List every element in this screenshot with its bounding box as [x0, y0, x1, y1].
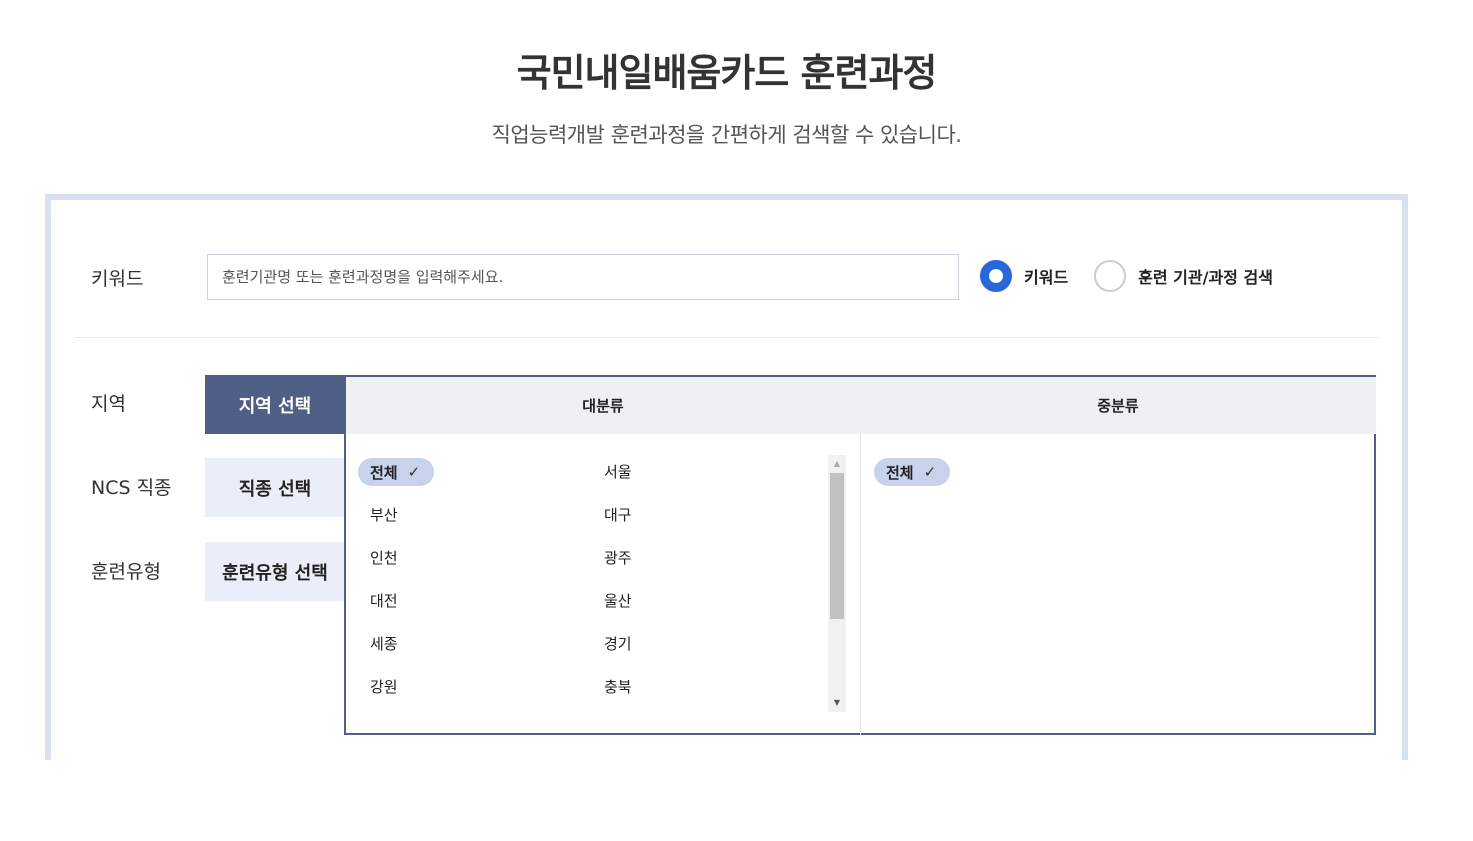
keyword-input[interactable] — [207, 254, 959, 300]
scroll-up-icon[interactable]: ▲ — [828, 457, 846, 471]
major-category-header: 대분류 — [346, 377, 860, 434]
column-divider — [860, 434, 861, 735]
training-type-label: 훈련유형 — [91, 561, 161, 583]
major-item-ulsan[interactable]: 울산 — [604, 590, 632, 611]
radio-unselected-icon — [1094, 260, 1127, 292]
page: 국민내일배움카드 훈련과정 직업능력개발 훈련과정을 간편하게 검색할 수 있습… — [0, 0, 1473, 841]
radio-selected-icon — [980, 260, 1012, 292]
tab-ncs[interactable]: 직종 선택 — [205, 458, 345, 517]
major-item-gyeonggi[interactable]: 경기 — [604, 633, 632, 654]
scrollbar-thumb[interactable] — [830, 473, 844, 619]
radio-keyword-label: 키워드 — [1024, 268, 1069, 287]
major-item-gangwon[interactable]: 강원 — [370, 676, 398, 697]
search-mode-radio-group: 키워드 훈련 기관/과정 검색 — [980, 260, 1273, 292]
major-item-all-selected[interactable]: 전체 ✓ — [358, 458, 435, 486]
minor-category-header: 중분류 — [860, 377, 1376, 434]
row-divider — [75, 337, 1379, 338]
major-item-chungbuk[interactable]: 충북 — [604, 676, 632, 697]
major-item-busan[interactable]: 부산 — [370, 504, 398, 525]
ncs-label: NCS 직종 — [91, 477, 172, 499]
scroll-down-icon[interactable]: ▼ — [828, 696, 846, 710]
major-item-incheon[interactable]: 인천 — [370, 547, 398, 568]
major-item-all-label: 전체 — [370, 463, 398, 482]
major-list-scrollbar[interactable]: ▲ ▼ — [828, 455, 846, 712]
major-item-gwangju[interactable]: 광주 — [604, 547, 632, 568]
major-item-sejong[interactable]: 세종 — [370, 633, 398, 654]
major-item-daegu[interactable]: 대구 — [604, 504, 632, 525]
page-title: 국민내일배움카드 훈련과정 — [516, 51, 938, 95]
radio-institution-course[interactable]: 훈련 기관/과정 검색 — [1094, 260, 1273, 292]
minor-item-all-selected[interactable]: 전체 ✓ — [874, 458, 951, 486]
major-item-daejeon[interactable]: 대전 — [370, 590, 398, 611]
radio-keyword[interactable]: 키워드 — [980, 260, 1068, 292]
region-selector: 대분류 중분류 전체 ✓ 부산 인천 대전 세종 강원 서울 대구 광주 울산 … — [344, 375, 1376, 735]
tab-region[interactable]: 지역 선택 — [205, 375, 345, 434]
major-item-seoul[interactable]: 서울 — [604, 461, 632, 482]
tab-training-type[interactable]: 훈련유형 선택 — [205, 542, 345, 601]
keyword-label: 키워드 — [91, 268, 144, 290]
search-panel: 키워드 키워드 훈련 기관/과정 검색 지역 NCS 직종 훈련유형 지역 선택… — [45, 194, 1408, 760]
minor-item-all-label: 전체 — [886, 463, 914, 482]
region-label: 지역 — [91, 393, 126, 415]
page-subtitle: 직업능력개발 훈련과정을 간편하게 검색할 수 있습니다. — [491, 123, 962, 147]
check-icon: ✓ — [923, 463, 937, 481]
radio-institution-course-label: 훈련 기관/과정 검색 — [1138, 268, 1273, 287]
check-icon: ✓ — [407, 463, 421, 481]
